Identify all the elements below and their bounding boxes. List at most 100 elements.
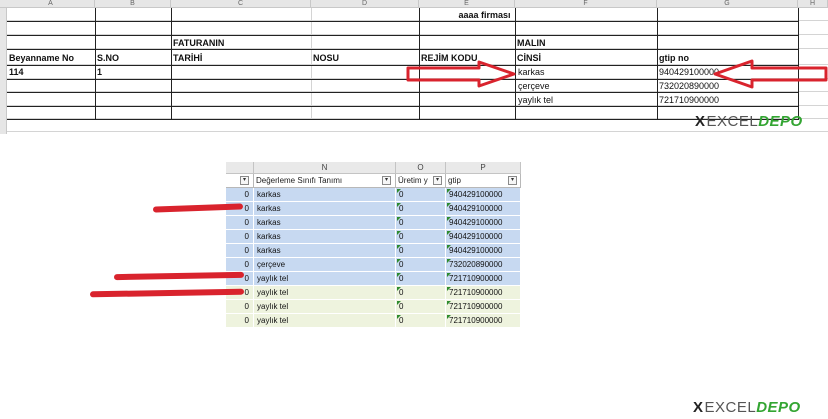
filter-dropdown-icon[interactable]: ▾ bbox=[382, 176, 391, 185]
cell-m-value: 0 bbox=[244, 218, 249, 227]
cell-uretim[interactable]: 0 bbox=[396, 258, 446, 272]
table-row[interactable]: 0 yaylık tel 0 721710900000 bbox=[226, 300, 521, 314]
cell-gtip[interactable]: 721710900000 bbox=[659, 95, 719, 106]
column-letter-d[interactable]: D bbox=[311, 0, 419, 8]
cell-m[interactable]: 0 bbox=[226, 314, 254, 328]
table-row[interactable]: 0 karkas 0 940429100000 bbox=[226, 202, 521, 216]
cell-m[interactable]: 0 bbox=[226, 300, 254, 314]
cell-gtip[interactable]: 940429100000 bbox=[446, 216, 521, 230]
header-cinsi[interactable]: CİNSİ bbox=[517, 53, 541, 64]
cell-degerleme[interactable]: karkas bbox=[254, 216, 396, 230]
table-row[interactable]: 0 çerçeve 0 732020890000 bbox=[226, 258, 521, 272]
table-row[interactable]: 0 karkas 0 940429100000 bbox=[226, 216, 521, 230]
cell-uretim[interactable]: 0 bbox=[396, 272, 446, 286]
grid-border bbox=[7, 92, 798, 93]
cell-gtip-value: 721710900000 bbox=[449, 302, 503, 311]
cell-gtip[interactable]: 721710900000 bbox=[446, 314, 521, 328]
cell-m-value: 0 bbox=[244, 274, 249, 283]
cell-uretim[interactable]: 0 bbox=[396, 300, 446, 314]
column-letter-c[interactable]: C bbox=[171, 0, 311, 8]
column-letter-n[interactable]: N bbox=[254, 162, 396, 174]
header-gtip-no[interactable]: gtip no bbox=[659, 53, 689, 64]
table-row[interactable]: 0 karkas 0 940429100000 bbox=[226, 230, 521, 244]
cell-gtip[interactable]: 732020890000 bbox=[659, 81, 719, 92]
cell-degerleme[interactable]: karkas bbox=[254, 188, 396, 202]
grid-divider bbox=[95, 8, 96, 120]
cell-uretim[interactable]: 0 bbox=[396, 202, 446, 216]
cell-degerleme[interactable]: yaylık tel bbox=[254, 300, 396, 314]
column-letter-g[interactable]: G bbox=[657, 0, 798, 8]
header-beyanname-no[interactable]: Beyanname No bbox=[9, 53, 74, 64]
filter-dropdown-icon[interactable]: ▾ bbox=[240, 176, 249, 185]
cell-gtip[interactable]: 940429100000 bbox=[659, 67, 719, 78]
firm-title[interactable]: aaaa firması bbox=[171, 10, 798, 21]
cell-gtip-value: 940429100000 bbox=[449, 232, 503, 241]
x-logo-mark: X bbox=[695, 113, 706, 130]
cell-gtip[interactable]: 721710900000 bbox=[446, 272, 521, 286]
cell-beyanname-no[interactable]: 114 bbox=[9, 67, 24, 78]
table-row[interactable]: 0 yaylık tel 0 721710900000 bbox=[226, 314, 521, 328]
cell-gtip[interactable]: 721710900000 bbox=[446, 300, 521, 314]
cell-degerleme[interactable]: yaylık tel bbox=[254, 314, 396, 328]
column-letter-o[interactable]: O bbox=[396, 162, 446, 174]
table-row[interactable]: 0 karkas 0 940429100000 bbox=[226, 244, 521, 258]
logo-depo-text: DEPO bbox=[756, 399, 801, 416]
column-letter-p[interactable]: P bbox=[446, 162, 521, 174]
filter-dropdown-icon[interactable]: ▾ bbox=[433, 176, 442, 185]
table-row[interactable]: 0 yaylık tel 0 721710900000 bbox=[226, 272, 521, 286]
cell-degerleme[interactable]: karkas bbox=[254, 230, 396, 244]
cell-gtip[interactable]: 940429100000 bbox=[446, 244, 521, 258]
cell-cinsi[interactable]: çerçeve bbox=[518, 81, 550, 92]
column-letter-a[interactable]: A bbox=[7, 0, 95, 8]
top-spreadsheet: A B C D E F G H aaaa firması FATURANIN M… bbox=[0, 0, 828, 134]
cell-gtip[interactable]: 940429100000 bbox=[446, 188, 521, 202]
header-s-no[interactable]: S.NO bbox=[97, 53, 119, 64]
cell-gtip[interactable]: 940429100000 bbox=[446, 230, 521, 244]
cell-cinsi[interactable]: yaylık tel bbox=[518, 95, 553, 106]
cell-uretim[interactable]: 0 bbox=[396, 230, 446, 244]
cell-gtip[interactable]: 940429100000 bbox=[446, 202, 521, 216]
cell-m[interactable]: 0 bbox=[226, 188, 254, 202]
cell-degerleme[interactable]: karkas bbox=[254, 202, 396, 216]
cell-gtip[interactable]: 732020890000 bbox=[446, 258, 521, 272]
column-letter-e[interactable]: E bbox=[419, 0, 515, 8]
cell-degerleme[interactable]: çerçeve bbox=[254, 258, 396, 272]
cell-m[interactable]: 0 bbox=[226, 216, 254, 230]
grid-border bbox=[7, 65, 798, 66]
cell-degerleme[interactable]: yaylık tel bbox=[254, 272, 396, 286]
cell-s-no[interactable]: 1 bbox=[97, 67, 102, 78]
text-number-indicator-icon bbox=[447, 217, 451, 221]
group-header-faturanin[interactable]: FATURANIN bbox=[173, 38, 224, 49]
cell-uretim[interactable]: 0 bbox=[396, 244, 446, 258]
row-number-column bbox=[0, 8, 7, 134]
cell-degerleme[interactable]: yaylık tel bbox=[254, 286, 396, 300]
sheet-row[interactable] bbox=[7, 21, 828, 35]
cell-m[interactable]: 0 bbox=[226, 244, 254, 258]
cell-cinsi[interactable]: karkas bbox=[518, 67, 545, 78]
cell-gtip[interactable]: 721710900000 bbox=[446, 286, 521, 300]
cell-degerleme[interactable]: karkas bbox=[254, 244, 396, 258]
table-row[interactable]: 0 karkas 0 940429100000 bbox=[226, 188, 521, 202]
cell-uretim[interactable]: 0 bbox=[396, 286, 446, 300]
column-letter-b[interactable]: B bbox=[95, 0, 171, 8]
text-number-indicator-icon bbox=[447, 259, 451, 263]
cell-degerleme-value: yaylık tel bbox=[257, 274, 289, 283]
cell-degerleme-value: karkas bbox=[257, 232, 281, 241]
cell-uretim[interactable]: 0 bbox=[396, 314, 446, 328]
header-gtip: gtip ▾ bbox=[446, 174, 521, 188]
column-letter-f[interactable]: F bbox=[515, 0, 657, 8]
table-row[interactable]: 0 yaylık tel 0 721710900000 bbox=[226, 286, 521, 300]
cell-m[interactable]: 0 bbox=[226, 230, 254, 244]
column-letter-m[interactable] bbox=[226, 162, 254, 174]
filter-dropdown-icon[interactable]: ▾ bbox=[508, 176, 517, 185]
sheet-row[interactable] bbox=[7, 35, 828, 49]
cell-m[interactable]: 0 bbox=[226, 258, 254, 272]
header-tarihi[interactable]: TARİHİ bbox=[173, 53, 202, 64]
header-nosu[interactable]: NOSU bbox=[313, 53, 339, 64]
text-number-indicator-icon bbox=[447, 287, 451, 291]
cell-m-value: 0 bbox=[244, 260, 249, 269]
group-header-malin[interactable]: MALIN bbox=[517, 38, 546, 49]
cell-uretim[interactable]: 0 bbox=[396, 188, 446, 202]
cell-uretim[interactable]: 0 bbox=[396, 216, 446, 230]
column-letter-h[interactable]: H bbox=[798, 0, 828, 8]
